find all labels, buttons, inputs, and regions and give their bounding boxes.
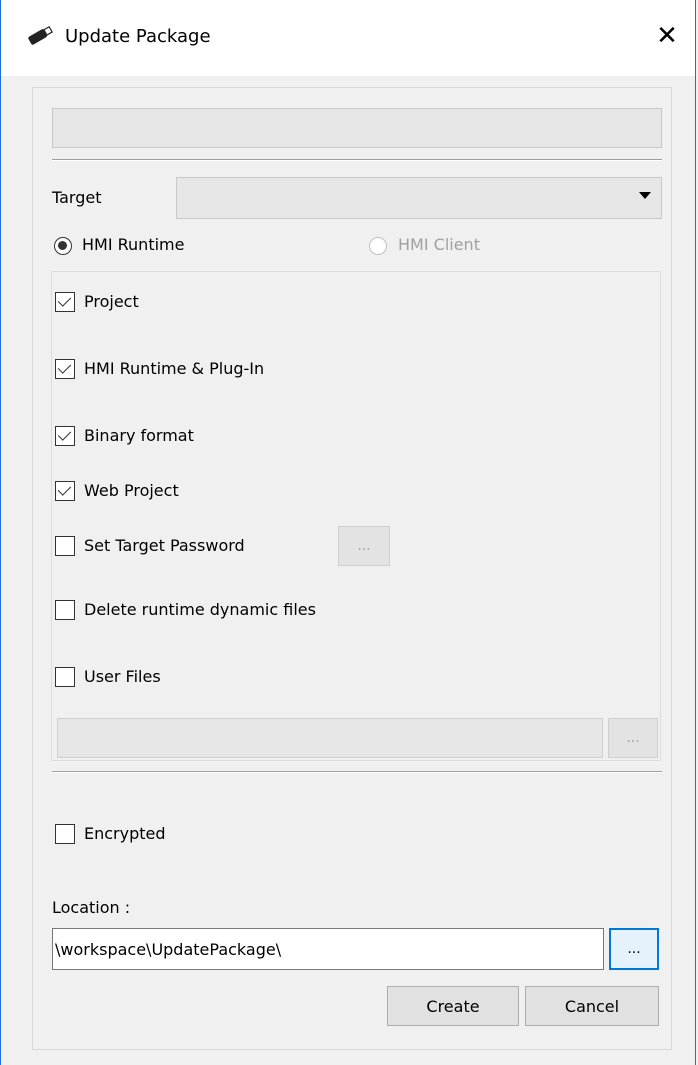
location-input[interactable]: \workspace\UpdatePackage\ [52, 928, 604, 970]
binary-format-checkbox[interactable] [55, 426, 75, 446]
runtime-plugin-checkbox[interactable] [55, 359, 75, 379]
separator-top [52, 159, 662, 161]
usb-stick-icon [28, 26, 53, 45]
cancel-button[interactable]: Cancel [525, 986, 659, 1026]
close-button[interactable]: ✕ [647, 16, 687, 56]
location-browse-button[interactable]: ... [609, 928, 659, 970]
runtime-plugin-label: HMI Runtime & Plug-In [84, 359, 265, 378]
project-label: Project [84, 292, 139, 311]
separator-bottom [52, 771, 662, 773]
user-files-path-field[interactable] [57, 718, 603, 758]
hmi-client-label: HMI Client [398, 235, 480, 254]
target-select[interactable] [176, 177, 662, 219]
encrypted-checkbox[interactable] [55, 824, 75, 844]
set-target-password-checkbox[interactable] [55, 536, 75, 556]
package-options-group [51, 271, 661, 761]
project-checkbox[interactable] [55, 292, 75, 312]
create-button[interactable]: Create [387, 986, 519, 1026]
delete-dynamic-files-checkbox[interactable] [55, 600, 75, 620]
user-files-checkbox[interactable] [55, 667, 75, 687]
close-icon: ✕ [656, 21, 678, 51]
target-label: Target [52, 188, 102, 207]
location-label: Location : [52, 898, 131, 917]
encrypted-label: Encrypted [84, 824, 166, 843]
user-files-browse-button[interactable]: ... [608, 718, 658, 758]
hmi-client-radio[interactable] [369, 237, 387, 255]
set-target-password-label: Set Target Password [84, 536, 245, 555]
window-title: Update Package [65, 26, 211, 47]
password-browse-button[interactable]: ... [338, 526, 390, 566]
dropdown-arrow-icon [639, 192, 651, 199]
delete-dynamic-files-label: Delete runtime dynamic files [84, 600, 316, 619]
title-bar: Update Package ✕ [1, 0, 695, 76]
hmi-runtime-label: HMI Runtime [82, 235, 185, 254]
hmi-runtime-radio[interactable] [54, 237, 72, 255]
location-value: \workspace\UpdatePackage\ [55, 939, 282, 959]
web-project-checkbox[interactable] [55, 481, 75, 501]
description-field[interactable] [52, 108, 662, 148]
web-project-label: Web Project [84, 481, 179, 500]
binary-format-label: Binary format [84, 426, 194, 445]
user-files-label: User Files [84, 667, 161, 686]
update-package-dialog: Update Package ✕ Target HMI Runtime HMI … [0, 0, 696, 1065]
